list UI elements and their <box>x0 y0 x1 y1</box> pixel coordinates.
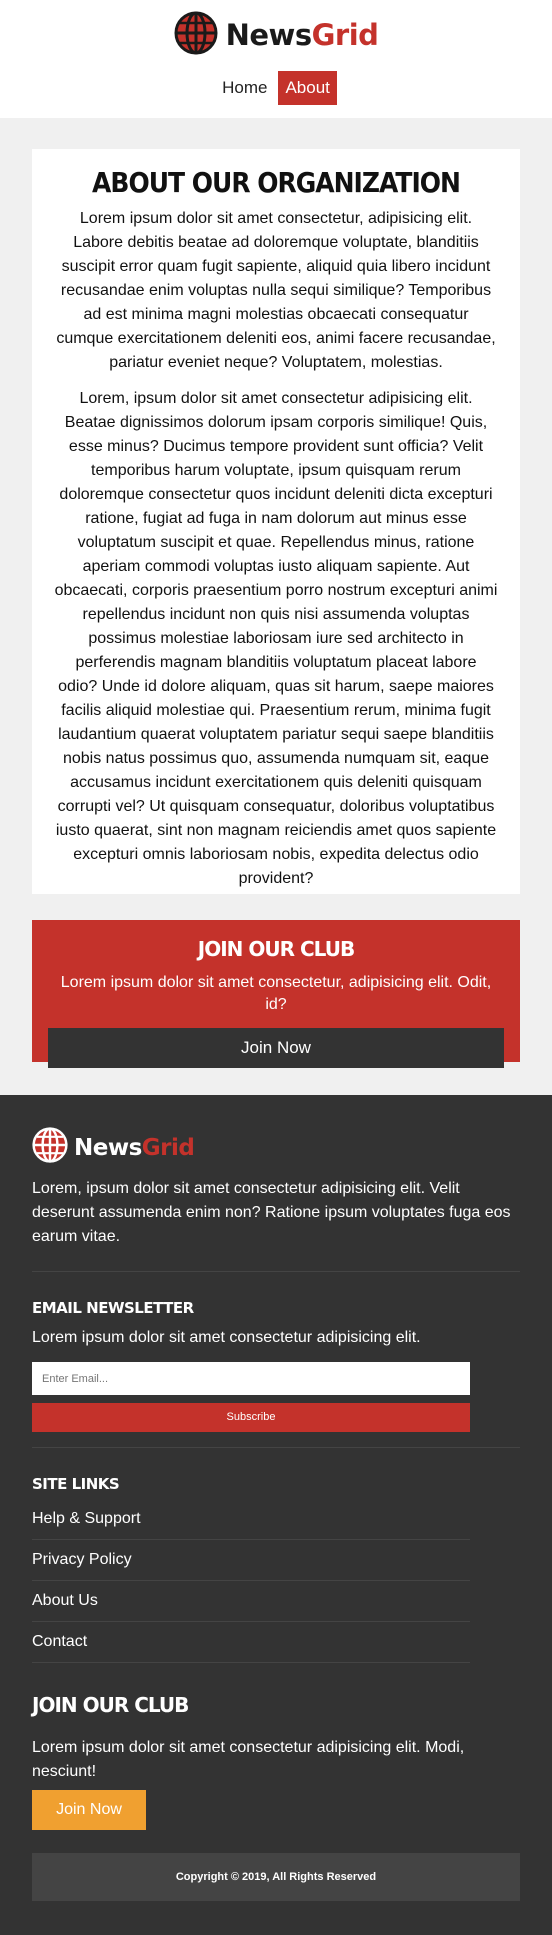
join-club-title: JOIN OUR CLUB <box>197 937 355 961</box>
logo-text: NewsGrid <box>225 18 379 52</box>
newsletter-title: EMAIL NEWSLETTER <box>32 1299 194 1317</box>
footer-join-title: JOIN OUR CLUB <box>32 1693 189 1717</box>
subscribe-button[interactable]: Subscribe <box>32 1403 470 1432</box>
nav-item-about[interactable]: About <box>278 71 337 105</box>
site-link-privacy[interactable]: Privacy Policy <box>32 1540 470 1581</box>
main-nav: Home About <box>0 71 552 105</box>
site-footer: NewsGrid Lorem, ipsum dolor sit amet con… <box>0 1095 552 1935</box>
site-links-title: SITE LINKS <box>32 1475 120 1493</box>
site-link-contact[interactable]: Contact <box>32 1622 470 1663</box>
footer-join-text: Lorem ipsum dolor sit amet consectetur a… <box>32 1739 465 1780</box>
footer-join-button[interactable]: Join Now <box>32 1790 146 1830</box>
footer-logo[interactable]: NewsGrid <box>32 1127 195 1168</box>
join-club-text: Lorem ipsum dolor sit amet consectetur, … <box>60 974 492 1013</box>
about-section: ABOUT OUR ORGANIZATION Lorem ipsum dolor… <box>32 149 520 894</box>
about-paragraph-2: Lorem, ipsum dolor sit amet consectetur … <box>54 390 498 887</box>
email-input[interactable] <box>32 1362 470 1395</box>
join-club-box: JOIN OUR CLUB Lorem ipsum dolor sit amet… <box>32 920 520 1068</box>
nav-item-home[interactable]: Home <box>215 71 274 105</box>
site-header: NewsGrid Home About <box>0 0 552 118</box>
site-link-about[interactable]: About Us <box>32 1581 470 1622</box>
about-title: ABOUT OUR ORGANIZATION <box>92 166 461 199</box>
newsletter-text: Lorem ipsum dolor sit amet consectetur a… <box>32 1329 421 1346</box>
join-now-button[interactable]: Join Now <box>48 1028 504 1068</box>
globe-icon <box>174 11 218 60</box>
divider <box>32 1447 520 1448</box>
site-links-list: Help & Support Privacy Policy About Us C… <box>32 1499 470 1663</box>
globe-icon <box>32 1127 68 1168</box>
copyright: Copyright © 2019, All Rights Reserved <box>32 1853 520 1901</box>
logo[interactable]: NewsGrid <box>0 0 552 56</box>
footer-about-text: Lorem, ipsum dolor sit amet consectetur … <box>32 1180 511 1245</box>
footer-logo-text: NewsGrid <box>74 1134 195 1161</box>
site-link-help[interactable]: Help & Support <box>32 1499 470 1540</box>
divider <box>32 1271 520 1272</box>
about-paragraph-1: Lorem ipsum dolor sit amet consectetur, … <box>56 210 496 371</box>
